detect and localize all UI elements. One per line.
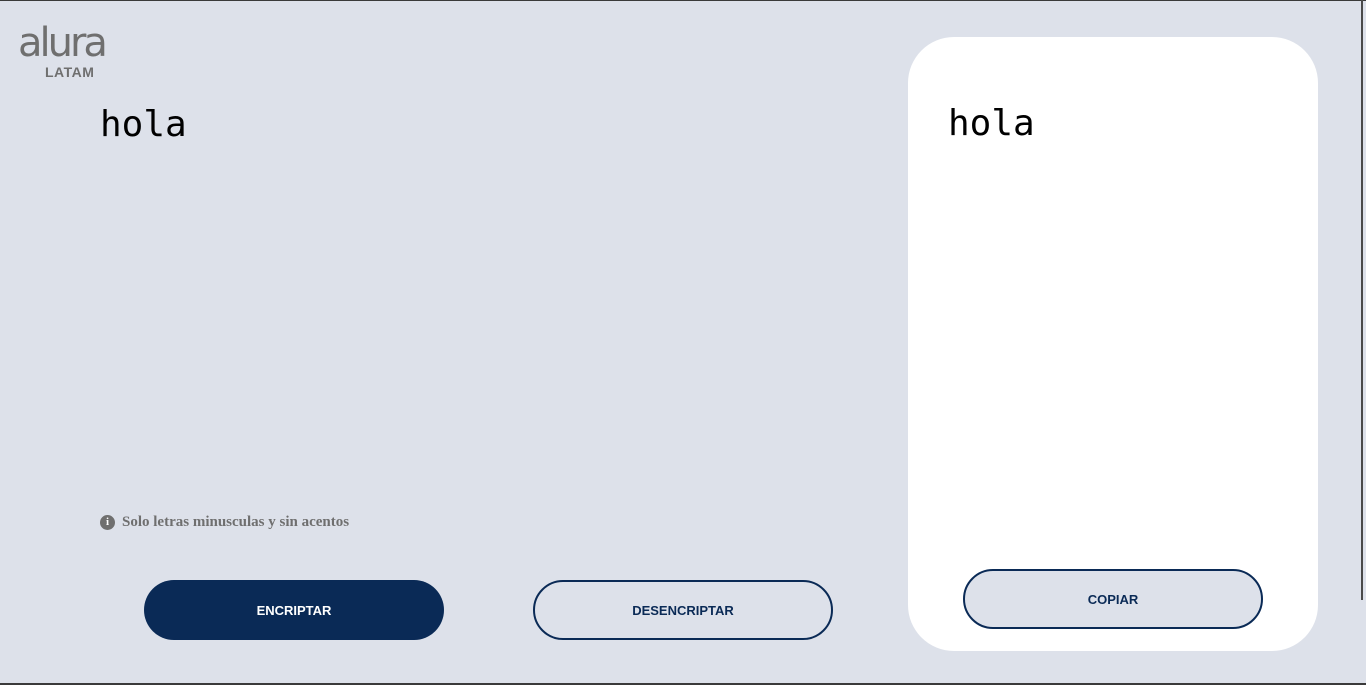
copy-button[interactable]: COPIAR [963, 569, 1263, 629]
alura-latam-logo: alura LATAM [18, 20, 108, 82]
window-top-border [0, 0, 1366, 1]
output-panel: hola COPIAR [908, 37, 1318, 651]
hint-text: Solo letras minusculas y sin acentos [122, 513, 350, 530]
logo-sub-text: LATAM [45, 64, 95, 80]
info-icon: i [100, 514, 115, 530]
vertical-scrollbar[interactable] [1361, 0, 1363, 600]
message-input[interactable] [100, 100, 860, 490]
output-text: hola [948, 103, 1035, 144]
input-hint: i Solo letras minusculas y sin acentos [100, 513, 349, 531]
encrypt-button[interactable]: ENCRIPTAR [144, 580, 444, 640]
decrypt-button[interactable]: DESENCRIPTAR [533, 580, 833, 640]
logo-main-text: alura [18, 20, 108, 66]
